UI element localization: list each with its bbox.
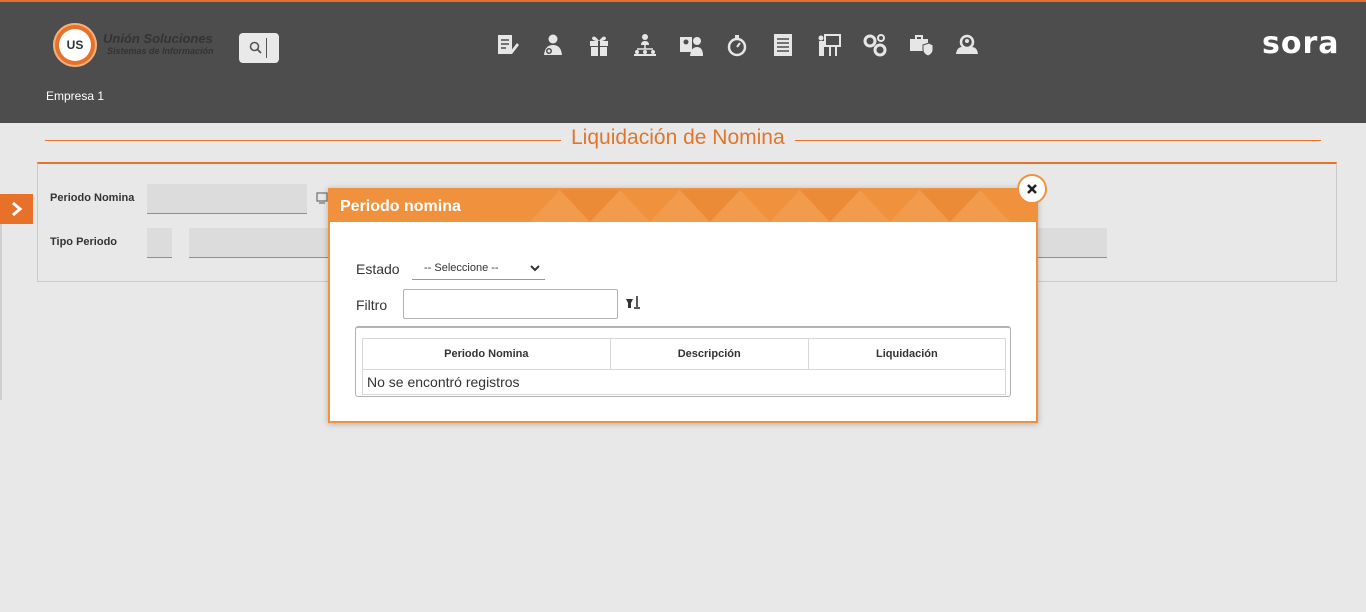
logo-subtitle: Sistemas de Información xyxy=(107,46,214,56)
sort-filter-icon[interactable] xyxy=(625,294,641,310)
periodo-nomina-field[interactable] xyxy=(147,184,307,214)
column-header-descripcion[interactable]: Descripción xyxy=(609,338,809,370)
dialog-header[interactable]: Periodo nomina xyxy=(330,190,1036,222)
grid-header-row: Periodo Nomina Descripción Liquidación xyxy=(362,338,1007,370)
periodo-nomina-label: Periodo Nomina xyxy=(50,192,135,204)
search-icon xyxy=(249,41,262,54)
presentation-icon[interactable] xyxy=(815,31,843,59)
filtro-label: Filtro xyxy=(356,297,388,313)
periodo-nomina-dialog: Periodo nomina Estado -- Seleccione -- F… xyxy=(328,188,1038,423)
search-button[interactable] xyxy=(239,33,279,63)
briefcase-shield-icon[interactable] xyxy=(907,31,935,59)
id-card-user-icon[interactable] xyxy=(677,31,705,59)
page-title-bar: Liquidación de Nomina xyxy=(45,126,1321,156)
logo-mark-text: US xyxy=(59,29,91,61)
top-bar: US Unión Soluciones Sistemas de Informac… xyxy=(0,0,1366,123)
lookup-icon[interactable] xyxy=(316,192,328,204)
brand-logo: sora xyxy=(1262,26,1340,61)
tipo-periodo-label: Tipo Periodo xyxy=(50,236,118,248)
user-settings-icon[interactable] xyxy=(539,31,567,59)
page-title: Liquidación de Nomina xyxy=(561,126,795,150)
company-logo[interactable]: US Unión Soluciones Sistemas de Informac… xyxy=(53,23,214,67)
tipo-periodo-code-field[interactable] xyxy=(147,228,172,258)
document-list-icon[interactable] xyxy=(769,31,797,59)
search-divider xyxy=(266,38,267,58)
gears-icon[interactable] xyxy=(861,31,889,59)
gift-icon[interactable] xyxy=(585,31,613,59)
table-row: No se encontró registros xyxy=(362,369,1006,395)
org-chart-icon[interactable] xyxy=(631,31,659,59)
stopwatch-icon[interactable] xyxy=(723,31,751,59)
logo-mark: US xyxy=(53,23,97,67)
estado-select-value: -- Seleccione -- xyxy=(424,262,499,274)
chevron-down-icon xyxy=(530,265,540,272)
company-name[interactable]: Empresa 1 xyxy=(46,89,104,103)
document-edit-icon[interactable] xyxy=(493,31,521,59)
filtro-input[interactable] xyxy=(403,289,618,319)
results-grid: Periodo Nomina Descripción Liquidación N… xyxy=(355,326,1011,397)
module-nav xyxy=(493,31,999,59)
header-pattern xyxy=(530,190,1010,222)
close-dialog-button[interactable] xyxy=(1017,174,1047,204)
sidebar-toggle-button[interactable] xyxy=(0,194,33,224)
column-header-periodo-nomina[interactable]: Periodo Nomina xyxy=(362,338,611,370)
estado-select[interactable]: -- Seleccione -- xyxy=(412,256,545,280)
dialog-title: Periodo nomina xyxy=(340,198,461,215)
empty-message: No se encontró registros xyxy=(362,369,1006,395)
close-icon xyxy=(1027,184,1037,194)
column-header-liquidacion[interactable]: Liquidación xyxy=(807,338,1007,370)
users-search-icon[interactable] xyxy=(953,31,981,59)
logo-title: Unión Soluciones xyxy=(103,31,213,46)
sidebar-edge xyxy=(0,224,2,400)
chevron-right-icon xyxy=(11,201,22,217)
estado-label: Estado xyxy=(356,261,400,277)
